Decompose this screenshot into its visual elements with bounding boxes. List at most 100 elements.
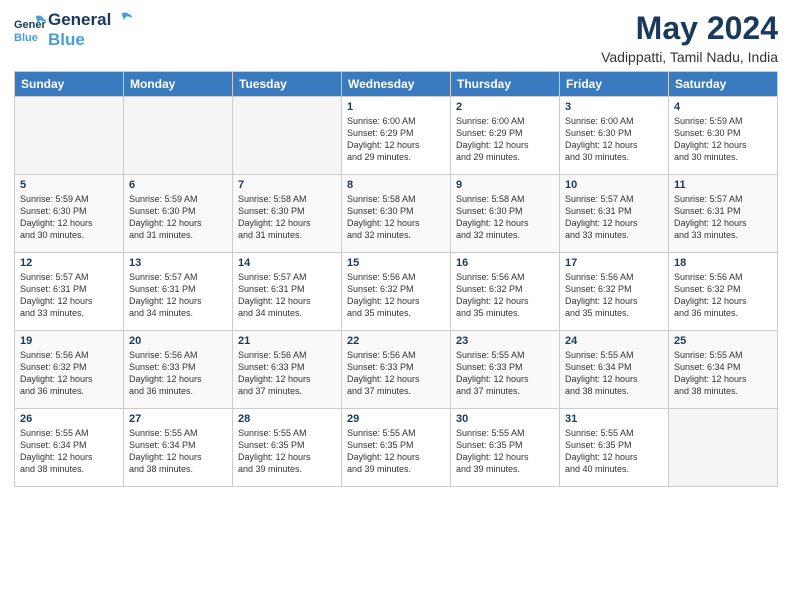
day-number: 17 <box>565 257 663 269</box>
logo-wrapper: General Blue General Blue <box>14 10 132 50</box>
svg-text:Blue: Blue <box>14 32 38 44</box>
calendar-cell: 22Sunrise: 5:56 AM Sunset: 6:33 PM Dayli… <box>342 331 451 409</box>
subtitle: Vadippatti, Tamil Nadu, India <box>601 49 778 65</box>
day-info: Sunrise: 5:56 AM Sunset: 6:32 PM Dayligh… <box>456 271 554 320</box>
calendar-cell: 18 Sunrise: 5:56 AM Sunset: 6:32 PM Dayli… <box>669 253 778 331</box>
logo-general: General <box>48 10 111 30</box>
day-number: 26 <box>20 413 118 425</box>
calendar-cell: 15 Sunrise: 5:56 AM Sunset: 6:32 PM Dayli… <box>342 253 451 331</box>
calendar-cell: 6Sunrise: 5:59 AM Sunset: 6:30 PM Daylig… <box>124 175 233 253</box>
calendar-cell: 4 Sunrise: 5:59 AM Sunset: 6:30 PM Daylig… <box>669 97 778 175</box>
logo-bird-icon <box>112 10 132 30</box>
calendar-header: Sunday Monday Tuesday Wednesday Thursday… <box>15 72 778 97</box>
day-info: Sunrise: 5:56 AM Sunset: 6:33 PM Dayligh… <box>129 349 227 398</box>
header-tuesday: Tuesday <box>233 72 342 97</box>
day-info: Sunrise: 6:00 AM Sunset: 6:29 PM Dayligh… <box>347 115 445 164</box>
calendar-cell: 2Sunrise: 6:00 AM Sunset: 6:29 PM Daylig… <box>451 97 560 175</box>
calendar-table: Sunday Monday Tuesday Wednesday Thursday… <box>14 71 778 487</box>
day-number: 23 <box>456 335 554 347</box>
day-info: Sunrise: 5:56 AM Sunset: 6:32 PM Dayligh… <box>347 271 445 320</box>
header-thursday: Thursday <box>451 72 560 97</box>
day-number: 30 <box>456 413 554 425</box>
day-info: Sunrise: 5:55 AM Sunset: 6:35 PM Dayligh… <box>347 427 445 476</box>
calendar-cell: 8 Sunrise: 5:58 AM Sunset: 6:30 PM Daylig… <box>342 175 451 253</box>
calendar-cell: 13 Sunrise: 5:57 AM Sunset: 6:31 PM Dayli… <box>124 253 233 331</box>
day-number: 15 <box>347 257 445 269</box>
day-number: 19 <box>20 335 118 347</box>
logo-blue: Blue <box>48 30 132 50</box>
day-info: Sunrise: 5:57 AM Sunset: 6:31 PM Dayligh… <box>20 271 118 320</box>
logo-text-group: General Blue <box>48 10 132 50</box>
day-info: Sunrise: 5:58 AM Sunset: 6:30 PM Dayligh… <box>456 193 554 242</box>
day-info: Sunrise: 5:57 AM Sunset: 6:31 PM Dayligh… <box>238 271 336 320</box>
day-info: Sunrise: 6:00 AM Sunset: 6:29 PM Dayligh… <box>456 115 554 164</box>
calendar-cell: 14Sunrise: 5:57 AM Sunset: 6:31 PM Dayli… <box>233 253 342 331</box>
calendar-week-3: 12 Sunrise: 5:57 AM Sunset: 6:31 PM Dayli… <box>15 253 778 331</box>
day-number: 10 <box>565 179 663 191</box>
header-sunday: Sunday <box>15 72 124 97</box>
day-number: 12 <box>20 257 118 269</box>
day-info: Sunrise: 5:55 AM Sunset: 6:34 PM Dayligh… <box>565 349 663 398</box>
day-info: Sunrise: 5:58 AM Sunset: 6:30 PM Dayligh… <box>347 193 445 242</box>
calendar-cell <box>124 97 233 175</box>
header-row: Sunday Monday Tuesday Wednesday Thursday… <box>15 72 778 97</box>
day-info: Sunrise: 5:57 AM Sunset: 6:31 PM Dayligh… <box>565 193 663 242</box>
calendar-cell <box>233 97 342 175</box>
calendar-cell: 1Sunrise: 6:00 AM Sunset: 6:29 PM Daylig… <box>342 97 451 175</box>
day-number: 18 <box>674 257 772 269</box>
calendar-cell <box>15 97 124 175</box>
title-section: May 2024 Vadippatti, Tamil Nadu, India <box>601 10 778 65</box>
day-number: 24 <box>565 335 663 347</box>
day-info: Sunrise: 5:59 AM Sunset: 6:30 PM Dayligh… <box>20 193 118 242</box>
header-saturday: Saturday <box>669 72 778 97</box>
logo-icon: General Blue <box>14 14 46 46</box>
calendar-week-4: 19Sunrise: 5:56 AM Sunset: 6:32 PM Dayli… <box>15 331 778 409</box>
day-number: 3 <box>565 101 663 113</box>
day-number: 6 <box>129 179 227 191</box>
main-title: May 2024 <box>601 10 778 47</box>
svg-text:General: General <box>14 19 46 31</box>
calendar-cell: 31Sunrise: 5:55 AM Sunset: 6:35 PM Dayli… <box>560 409 669 487</box>
day-number: 21 <box>238 335 336 347</box>
day-info: Sunrise: 5:55 AM Sunset: 6:34 PM Dayligh… <box>129 427 227 476</box>
calendar-cell: 20Sunrise: 5:56 AM Sunset: 6:33 PM Dayli… <box>124 331 233 409</box>
calendar-cell: 17 Sunrise: 5:56 AM Sunset: 6:32 PM Dayli… <box>560 253 669 331</box>
header-wednesday: Wednesday <box>342 72 451 97</box>
day-info: Sunrise: 5:59 AM Sunset: 6:30 PM Dayligh… <box>674 115 772 164</box>
calendar-cell: 25 Sunrise: 5:55 AM Sunset: 6:34 PM Dayli… <box>669 331 778 409</box>
calendar-cell: 27Sunrise: 5:55 AM Sunset: 6:34 PM Dayli… <box>124 409 233 487</box>
day-number: 29 <box>347 413 445 425</box>
day-number: 31 <box>565 413 663 425</box>
day-info: Sunrise: 5:56 AM Sunset: 6:32 PM Dayligh… <box>674 271 772 320</box>
calendar-cell: 5Sunrise: 5:59 AM Sunset: 6:30 PM Daylig… <box>15 175 124 253</box>
calendar-cell: 29 Sunrise: 5:55 AM Sunset: 6:35 PM Dayli… <box>342 409 451 487</box>
header-friday: Friday <box>560 72 669 97</box>
day-number: 13 <box>129 257 227 269</box>
calendar-cell: 12 Sunrise: 5:57 AM Sunset: 6:31 PM Dayli… <box>15 253 124 331</box>
calendar-week-1: 1Sunrise: 6:00 AM Sunset: 6:29 PM Daylig… <box>15 97 778 175</box>
day-info: Sunrise: 5:57 AM Sunset: 6:31 PM Dayligh… <box>674 193 772 242</box>
day-info: Sunrise: 5:56 AM Sunset: 6:32 PM Dayligh… <box>565 271 663 320</box>
calendar-cell: 23 Sunrise: 5:55 AM Sunset: 6:33 PM Dayli… <box>451 331 560 409</box>
calendar-cell: 10 Sunrise: 5:57 AM Sunset: 6:31 PM Dayli… <box>560 175 669 253</box>
calendar-cell: 30 Sunrise: 5:55 AM Sunset: 6:35 PM Dayli… <box>451 409 560 487</box>
day-info: Sunrise: 5:55 AM Sunset: 6:34 PM Dayligh… <box>674 349 772 398</box>
calendar-body: 1Sunrise: 6:00 AM Sunset: 6:29 PM Daylig… <box>15 97 778 487</box>
day-number: 8 <box>347 179 445 191</box>
day-number: 11 <box>674 179 772 191</box>
calendar-cell <box>669 409 778 487</box>
day-info: Sunrise: 5:57 AM Sunset: 6:31 PM Dayligh… <box>129 271 227 320</box>
page-container: General Blue General Blue <box>0 0 792 612</box>
day-number: 28 <box>238 413 336 425</box>
day-number: 22 <box>347 335 445 347</box>
day-info: Sunrise: 5:55 AM Sunset: 6:33 PM Dayligh… <box>456 349 554 398</box>
day-info: Sunrise: 6:00 AM Sunset: 6:30 PM Dayligh… <box>565 115 663 164</box>
day-number: 4 <box>674 101 772 113</box>
calendar-cell: 16Sunrise: 5:56 AM Sunset: 6:32 PM Dayli… <box>451 253 560 331</box>
day-number: 9 <box>456 179 554 191</box>
calendar-cell: 24 Sunrise: 5:55 AM Sunset: 6:34 PM Dayli… <box>560 331 669 409</box>
day-info: Sunrise: 5:58 AM Sunset: 6:30 PM Dayligh… <box>238 193 336 242</box>
day-number: 25 <box>674 335 772 347</box>
day-info: Sunrise: 5:55 AM Sunset: 6:35 PM Dayligh… <box>456 427 554 476</box>
day-number: 7 <box>238 179 336 191</box>
